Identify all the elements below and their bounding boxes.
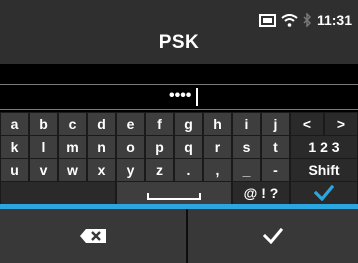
cursor-right-key[interactable]: > — [324, 112, 358, 136]
backspace-button[interactable] — [0, 209, 186, 263]
key-z[interactable]: z — [145, 158, 174, 182]
key-w[interactable]: w — [58, 158, 87, 182]
psk-input-value: •••• — [169, 87, 192, 104]
enter-key[interactable] — [290, 181, 358, 205]
key-d[interactable]: d — [87, 112, 116, 136]
space-key[interactable] — [116, 181, 232, 205]
shift-key[interactable]: Shift — [290, 158, 358, 182]
key-s[interactable]: s — [232, 135, 261, 159]
key-underscore[interactable]: _ — [232, 158, 261, 182]
key-a[interactable]: a — [0, 112, 29, 136]
bottom-separator — [186, 209, 188, 263]
clock-time: 11:31 — [316, 12, 352, 28]
key-r[interactable]: r — [203, 135, 232, 159]
status-bar: 11:31 — [258, 12, 352, 28]
page-title: PSK — [158, 32, 200, 53]
keyboard: a b c d e f g h i j < > k l m n o p q r … — [0, 112, 358, 205]
key-p[interactable]: p — [145, 135, 174, 159]
key-t[interactable]: t — [261, 135, 290, 159]
key-u[interactable]: u — [0, 158, 29, 182]
key-g[interactable]: g — [174, 112, 203, 136]
sd-card-icon — [258, 13, 276, 27]
key-k[interactable]: k — [0, 135, 29, 159]
key-j[interactable]: j — [261, 112, 290, 136]
psk-input[interactable]: •••• — [0, 84, 358, 110]
confirm-button[interactable] — [188, 209, 358, 263]
key-comma[interactable]: , — [203, 158, 232, 182]
key-o[interactable]: o — [116, 135, 145, 159]
key-hyphen[interactable]: - — [261, 158, 290, 182]
space-icon — [147, 192, 201, 200]
key-q[interactable]: q — [174, 135, 203, 159]
checkmark-icon — [263, 228, 283, 244]
blank-key-left — [0, 181, 116, 205]
text-cursor — [196, 88, 198, 106]
bottom-action-bar — [0, 209, 358, 263]
key-l[interactable]: l — [29, 135, 58, 159]
backspace-icon — [80, 229, 106, 243]
key-m[interactable]: m — [58, 135, 87, 159]
key-e[interactable]: e — [116, 112, 145, 136]
key-c[interactable]: c — [58, 112, 87, 136]
cursor-left-key[interactable]: < — [290, 112, 324, 136]
key-i[interactable]: i — [232, 112, 261, 136]
numeric-mode-key[interactable]: 1 2 3 — [290, 135, 358, 159]
key-period[interactable]: . — [174, 158, 203, 182]
wifi-icon — [281, 13, 298, 27]
key-b[interactable]: b — [29, 112, 58, 136]
bluetooth-icon — [303, 13, 312, 27]
key-v[interactable]: v — [29, 158, 58, 182]
key-x[interactable]: x — [87, 158, 116, 182]
key-h[interactable]: h — [203, 112, 232, 136]
key-y[interactable]: y — [116, 158, 145, 182]
key-f[interactable]: f — [145, 112, 174, 136]
key-n[interactable]: n — [87, 135, 116, 159]
checkmark-icon — [314, 185, 334, 201]
symbol-mode-key[interactable]: @ ! ? — [232, 181, 290, 205]
